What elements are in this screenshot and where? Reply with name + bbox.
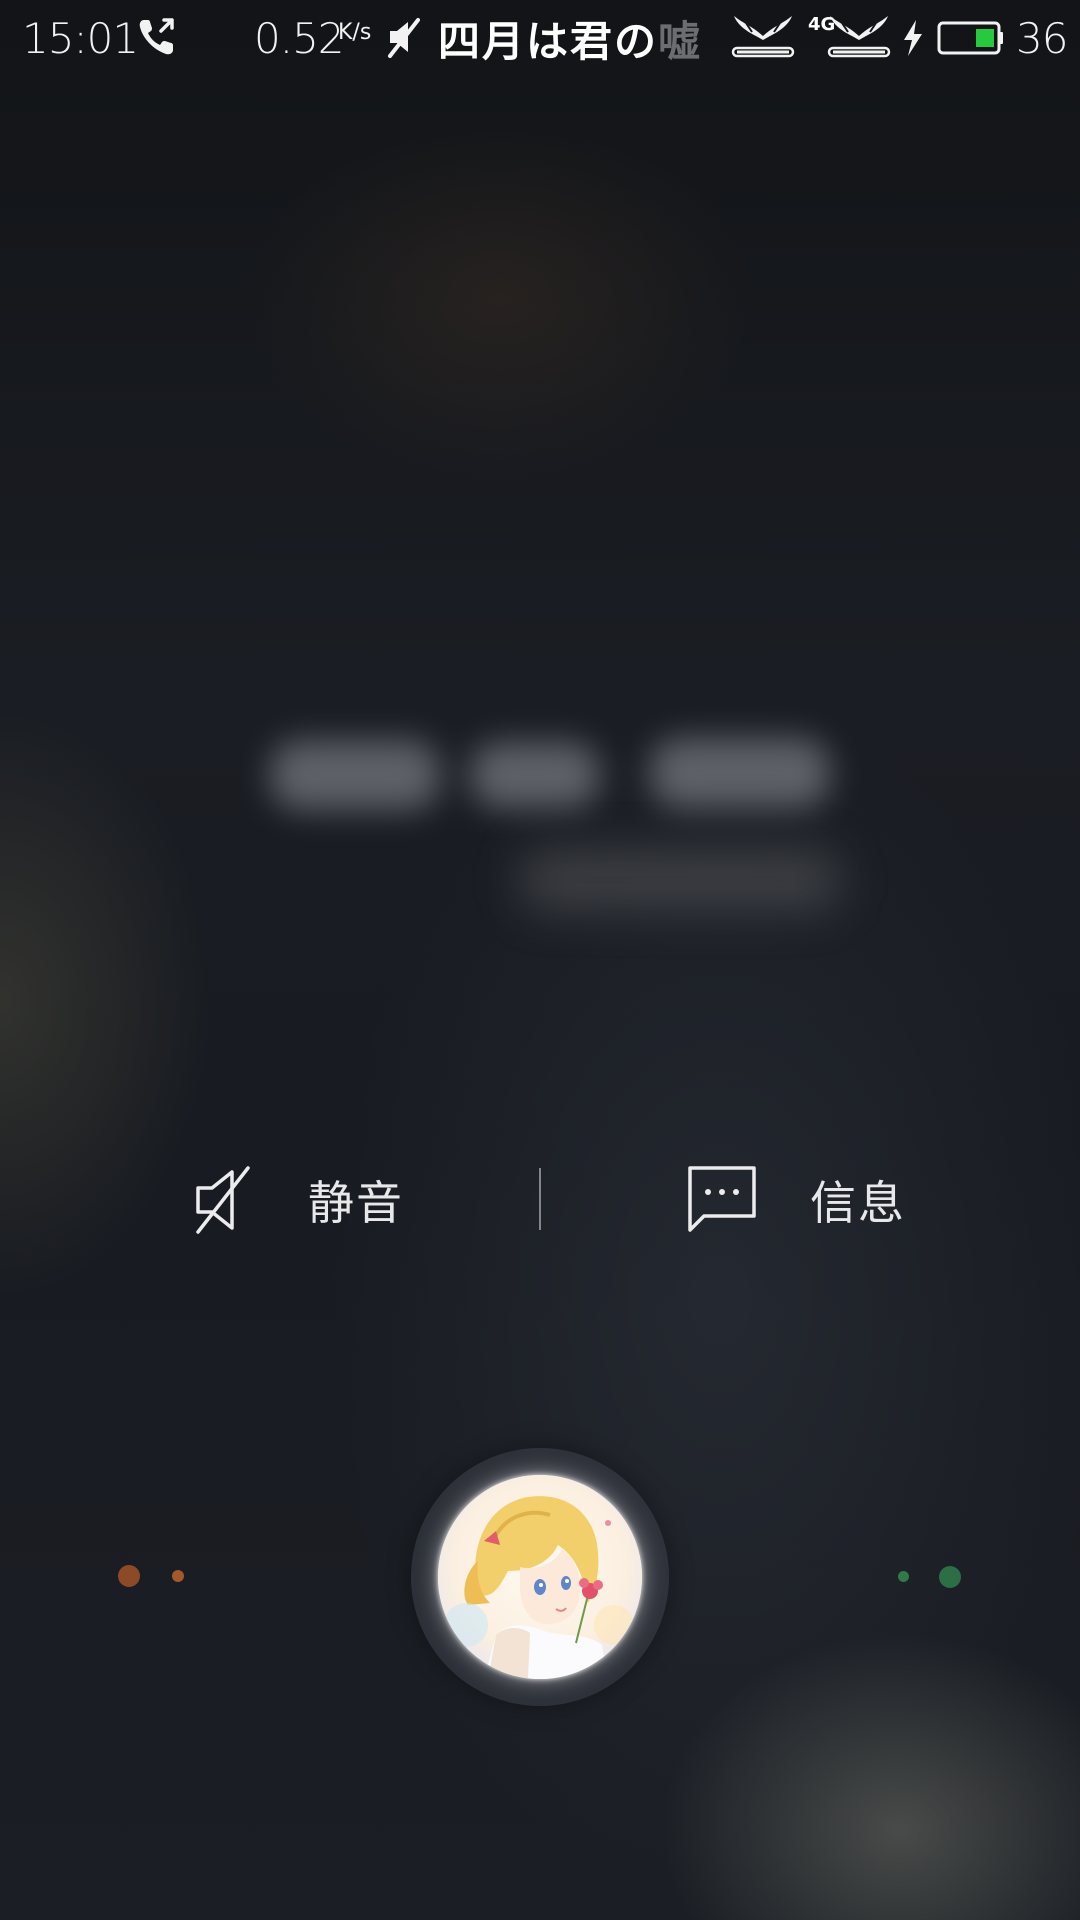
signal-icon <box>827 16 891 58</box>
battery-percentage: 36 <box>1016 14 1068 63</box>
caller-location-blurred <box>520 850 840 910</box>
charging-icon <box>904 20 922 56</box>
mute-label: 静音 <box>308 1176 404 1230</box>
network-speed: 0.52 <box>254 14 345 63</box>
status-bar: 15:01 0.52 K/s 四月は君の嘘 4G 36 <box>0 0 1080 80</box>
status-time: 15:01 <box>22 14 139 63</box>
actions-divider <box>539 1168 541 1230</box>
mute-icon <box>388 18 420 58</box>
contact-avatar <box>438 1475 642 1679</box>
call-actions-row: 静音 信息 <box>0 1150 1080 1250</box>
call-in-progress-icon <box>139 18 174 55</box>
answer-hint-dot <box>939 1566 961 1588</box>
carrier-name: 四月は君の嘘 <box>438 17 703 66</box>
message-bubble-icon <box>688 1166 756 1232</box>
network-speed-unit: K/s <box>338 20 372 45</box>
answer-slider-handle[interactable] <box>411 1448 669 1706</box>
answer-hint-dot <box>898 1571 909 1582</box>
mute-icon <box>196 1166 250 1234</box>
answer-slider <box>0 1440 1080 1720</box>
mute-button[interactable]: 静音 <box>190 1150 404 1250</box>
incoming-call-screen: 15:01 0.52 K/s 四月は君の嘘 4G 36 静音 信息 <box>0 0 1080 1920</box>
caller-name-blurred <box>230 720 870 830</box>
signal-icon <box>731 16 795 58</box>
battery-icon <box>937 21 1003 55</box>
message-button[interactable]: 信息 <box>682 1150 906 1250</box>
message-label: 信息 <box>810 1176 906 1230</box>
